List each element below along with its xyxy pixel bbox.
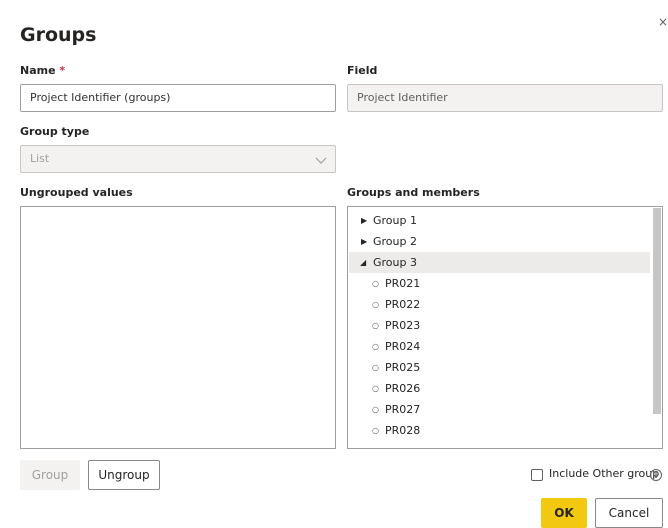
caret-right-icon[interactable]: ▶	[361, 231, 371, 252]
chevron-down-icon	[315, 157, 327, 164]
member-label: PR027	[385, 403, 421, 416]
member-label: PR021	[385, 277, 421, 290]
caret-right-icon[interactable]: ▶	[361, 210, 371, 231]
dialog-title: Groups	[20, 24, 97, 46]
cancel-button[interactable]: Cancel	[595, 498, 663, 528]
tree-item-label: Group 1	[373, 214, 417, 227]
circle-icon: ○	[372, 405, 379, 414]
tree-member[interactable]: ○ PR028	[349, 420, 650, 441]
field-label: Field	[347, 64, 378, 77]
member-label: PR022	[385, 298, 421, 311]
circle-icon: ○	[372, 321, 379, 330]
tree-member[interactable]: ○ PR021	[349, 273, 650, 294]
tree-member[interactable]: ○ PR025	[349, 357, 650, 378]
info-icon[interactable]: i	[650, 469, 662, 481]
tree-member[interactable]: ○ PR024	[349, 336, 650, 357]
circle-icon: ○	[372, 342, 379, 351]
tree-member[interactable]: ○ PR027	[349, 399, 650, 420]
tree-item-group-3[interactable]: ◢ Group 3	[349, 252, 650, 273]
name-input[interactable]: Project Identifier (groups)	[20, 84, 336, 112]
include-other-label: Include Other group	[549, 467, 660, 480]
tree-item-group-2[interactable]: ▶ Group 2	[349, 231, 650, 252]
ungrouped-list[interactable]	[20, 206, 336, 449]
member-label: PR026	[385, 382, 421, 395]
ungroup-button[interactable]: Ungroup	[88, 460, 160, 490]
name-label: Name *	[20, 64, 65, 77]
member-label: PR023	[385, 319, 421, 332]
group-button[interactable]: Group	[20, 460, 80, 490]
field-input: Project Identifier	[347, 84, 663, 112]
circle-icon: ○	[372, 426, 379, 435]
name-label-text: Name	[20, 64, 56, 77]
close-icon[interactable]: ×	[658, 15, 668, 29]
tree-member[interactable]: ○ PR026	[349, 378, 650, 399]
ok-button[interactable]: OK	[541, 498, 587, 528]
tree-item-label: Group 3	[373, 256, 417, 269]
groups-label: Groups and members	[347, 186, 480, 199]
tree-item-group-1[interactable]: ▶ Group 1	[349, 210, 650, 231]
circle-icon: ○	[372, 279, 379, 288]
groups-tree[interactable]: ▶ Group 1 ▶ Group 2 ◢ Group 3 ○ PR021 ○ …	[347, 206, 663, 449]
circle-icon: ○	[372, 363, 379, 372]
group-type-label: Group type	[20, 125, 90, 138]
circle-icon: ○	[372, 300, 379, 309]
scrollbar-thumb[interactable]	[653, 208, 661, 414]
tree-item-label: Group 2	[373, 235, 417, 248]
caret-down-icon[interactable]: ◢	[360, 252, 370, 273]
required-mark: *	[59, 64, 66, 77]
group-type-value: List	[30, 152, 50, 165]
group-type-select: List	[20, 145, 336, 173]
tree-member[interactable]: ○ PR023	[349, 315, 650, 336]
member-label: PR024	[385, 340, 421, 353]
circle-icon: ○	[372, 384, 379, 393]
member-label: PR028	[385, 424, 421, 437]
member-label: PR025	[385, 361, 421, 374]
tree-member[interactable]: ○ PR022	[349, 294, 650, 315]
ungrouped-label: Ungrouped values	[20, 186, 133, 199]
include-other-checkbox[interactable]	[531, 469, 543, 481]
